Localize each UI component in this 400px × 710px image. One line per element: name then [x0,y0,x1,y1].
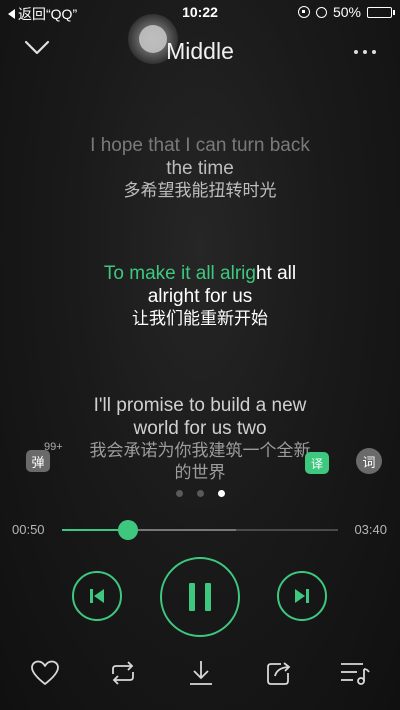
next-track-button[interactable] [277,571,327,621]
skip-previous-icon [90,589,104,603]
song-title: Middle [166,38,234,64]
battery-percent: 50% [332,4,361,20]
lyric-chinese: 让我们能重新开始 [132,309,268,328]
playlist-icon [341,663,370,685]
player-screen: 返回“QQ” 10:22 50% Middle I hope that I ca… [0,0,400,710]
playlist-button[interactable] [338,656,372,690]
lyric-english-line2: alright for us [147,286,253,307]
favorite-button[interactable] [28,656,62,690]
lyric-english-line1: To make it all alright all [0,262,400,285]
lyric-chinese-line2: 的世界 [174,463,226,482]
total-duration: 03:40 [354,522,387,537]
lyric-line-current: To make it all alright all alright for u… [0,262,400,330]
lyrics-word-button[interactable]: 词 [356,448,382,474]
download-icon [190,661,212,685]
alarm-icon [315,6,327,18]
rotation-lock-icon [297,6,310,18]
heart-icon [31,660,59,685]
bottom-toolbar [0,650,400,710]
lyric-english: To make it all alright all alright for u… [0,262,400,308]
download-button[interactable] [184,656,218,690]
skip-next-icon [295,589,309,603]
lyric-english-line2: the time [166,158,234,179]
more-dot [354,50,358,54]
lyric-english-line1: I'll promise to build a new [93,395,307,416]
lyric-english: I'll promise to build a new world for us… [0,394,400,440]
danmu-button[interactable]: 弹 [26,450,50,472]
status-bar: 返回“QQ” 10:22 50% [0,0,400,26]
player-header: Middle [0,14,400,78]
more-icon[interactable] [354,50,376,54]
lyric-line-previous: I hope that I can turn back the time 多希望… [0,134,400,202]
lyric-sung-part: To make it all alrig [103,263,256,284]
pause-icon [189,583,211,611]
lyric-english-line1: I hope that I can turn back [90,135,310,156]
translate-button[interactable]: 译 [305,452,329,474]
progress-scrubber[interactable] [118,520,139,540]
loop-icon [112,661,134,685]
battery-icon [367,6,395,18]
elapsed-time: 00:50 [12,522,45,537]
more-dot [363,50,367,54]
share-button[interactable] [262,656,296,690]
lyric-chinese: 多希望我能扭转时光 [123,181,277,200]
danmu-count-badge: 99+ [44,441,63,453]
playback-controls [0,555,400,637]
repeat-mode-button[interactable] [106,656,140,690]
page-dot[interactable] [217,490,225,497]
page-dot[interactable] [196,490,204,497]
status-indicators: 50% [297,4,395,20]
page-indicator[interactable] [0,490,400,497]
progress-track[interactable] [62,520,338,540]
previous-track-button[interactable] [72,571,122,621]
lyric-english: I hope that I can turn back the time [0,134,400,180]
lyric-unsung-part: ht all [255,263,297,284]
lyric-english-line2: world for us two [133,418,267,439]
pause-button[interactable] [160,557,240,637]
page-dot[interactable] [175,490,183,497]
more-dot [372,50,376,54]
lyric-line-next: I'll promise to build a new world for us… [0,394,400,484]
share-icon [267,662,291,685]
progress-row: 00:50 03:40 [0,518,400,542]
